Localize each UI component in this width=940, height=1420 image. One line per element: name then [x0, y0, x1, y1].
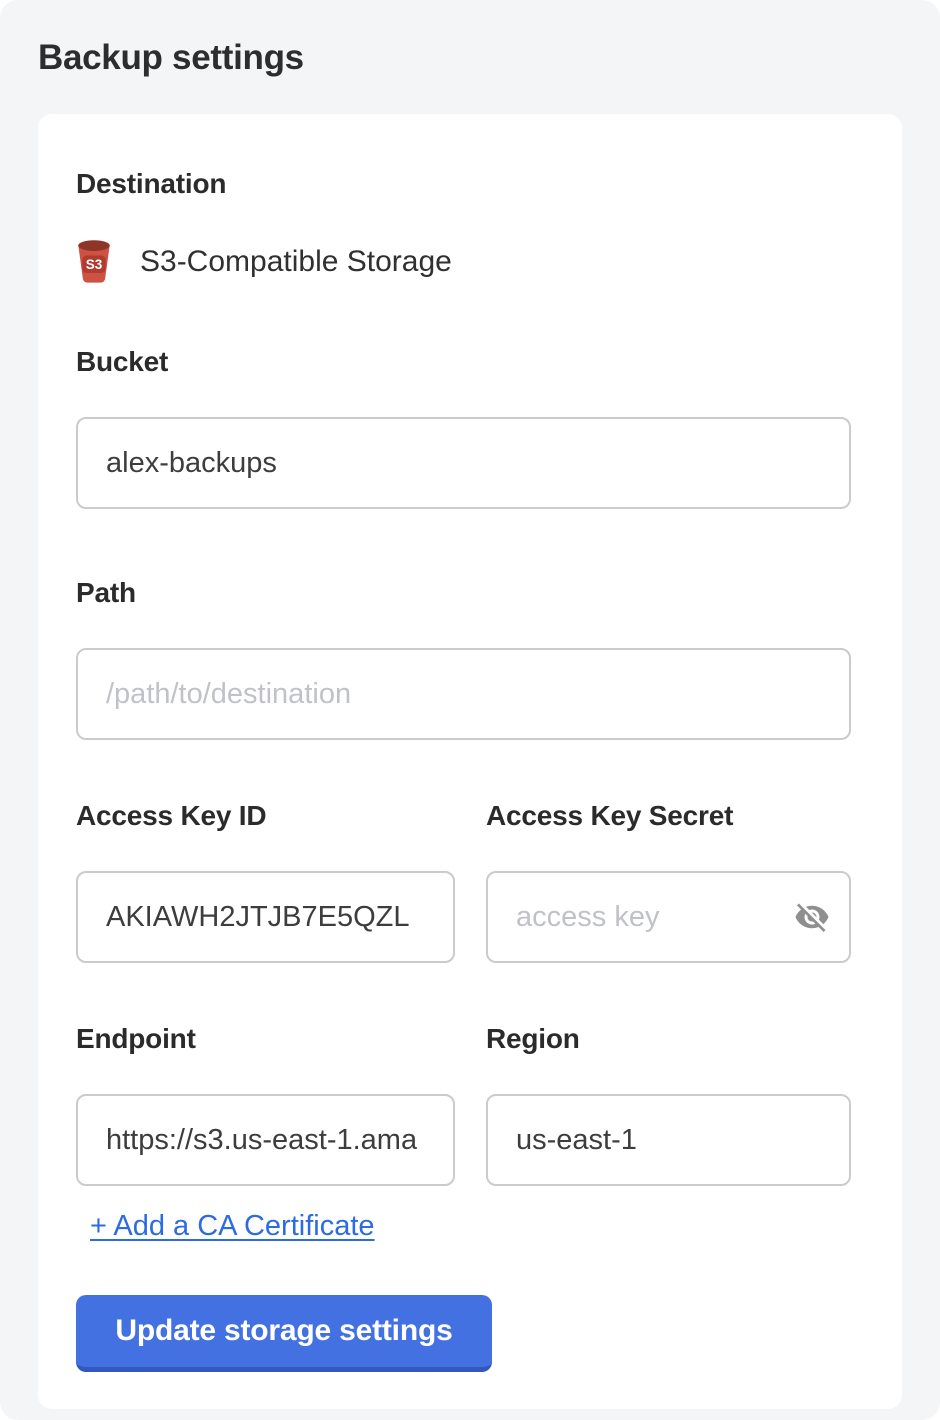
backup-settings-card: Destination S3 S3-Compatible Storage Buc… [38, 114, 902, 1409]
update-storage-settings-button[interactable]: Update storage settings [76, 1295, 492, 1372]
path-input[interactable] [76, 648, 851, 740]
destination-label: Destination [76, 168, 851, 200]
endpoint-region-row: Endpoint Region [76, 1023, 851, 1186]
eye-off-icon[interactable] [793, 898, 831, 936]
access-key-secret-field-group: Access Key Secret [486, 800, 851, 963]
destination-value-row: S3 S3-Compatible Storage [76, 239, 851, 284]
region-field-group: Region [486, 1023, 851, 1186]
bucket-field-group: Bucket [76, 346, 851, 509]
access-keys-row: Access Key ID Access Key Secret [76, 800, 851, 963]
page-title: Backup settings [38, 38, 902, 78]
endpoint-field-group: Endpoint [76, 1023, 455, 1186]
endpoint-label: Endpoint [76, 1023, 455, 1055]
access-key-secret-label: Access Key Secret [486, 800, 851, 832]
access-key-id-input[interactable] [76, 871, 455, 963]
bucket-input[interactable] [76, 417, 851, 509]
path-field-group: Path [76, 577, 851, 740]
s3-bucket-icon: S3 [76, 239, 112, 284]
backup-settings-page: Backup settings Destination S3 S3-Compat… [0, 0, 940, 1420]
update-storage-settings-label: Update storage settings [115, 1314, 452, 1347]
add-ca-certificate-link[interactable]: + Add a CA Certificate [90, 1210, 375, 1243]
bucket-label: Bucket [76, 346, 851, 378]
endpoint-input[interactable] [76, 1094, 455, 1186]
region-label: Region [486, 1023, 851, 1055]
destination-value: S3-Compatible Storage [140, 245, 452, 279]
access-key-id-field-group: Access Key ID [76, 800, 455, 963]
path-label: Path [76, 577, 851, 609]
access-key-id-label: Access Key ID [76, 800, 455, 832]
svg-text:S3: S3 [86, 257, 103, 272]
region-input[interactable] [486, 1094, 851, 1186]
